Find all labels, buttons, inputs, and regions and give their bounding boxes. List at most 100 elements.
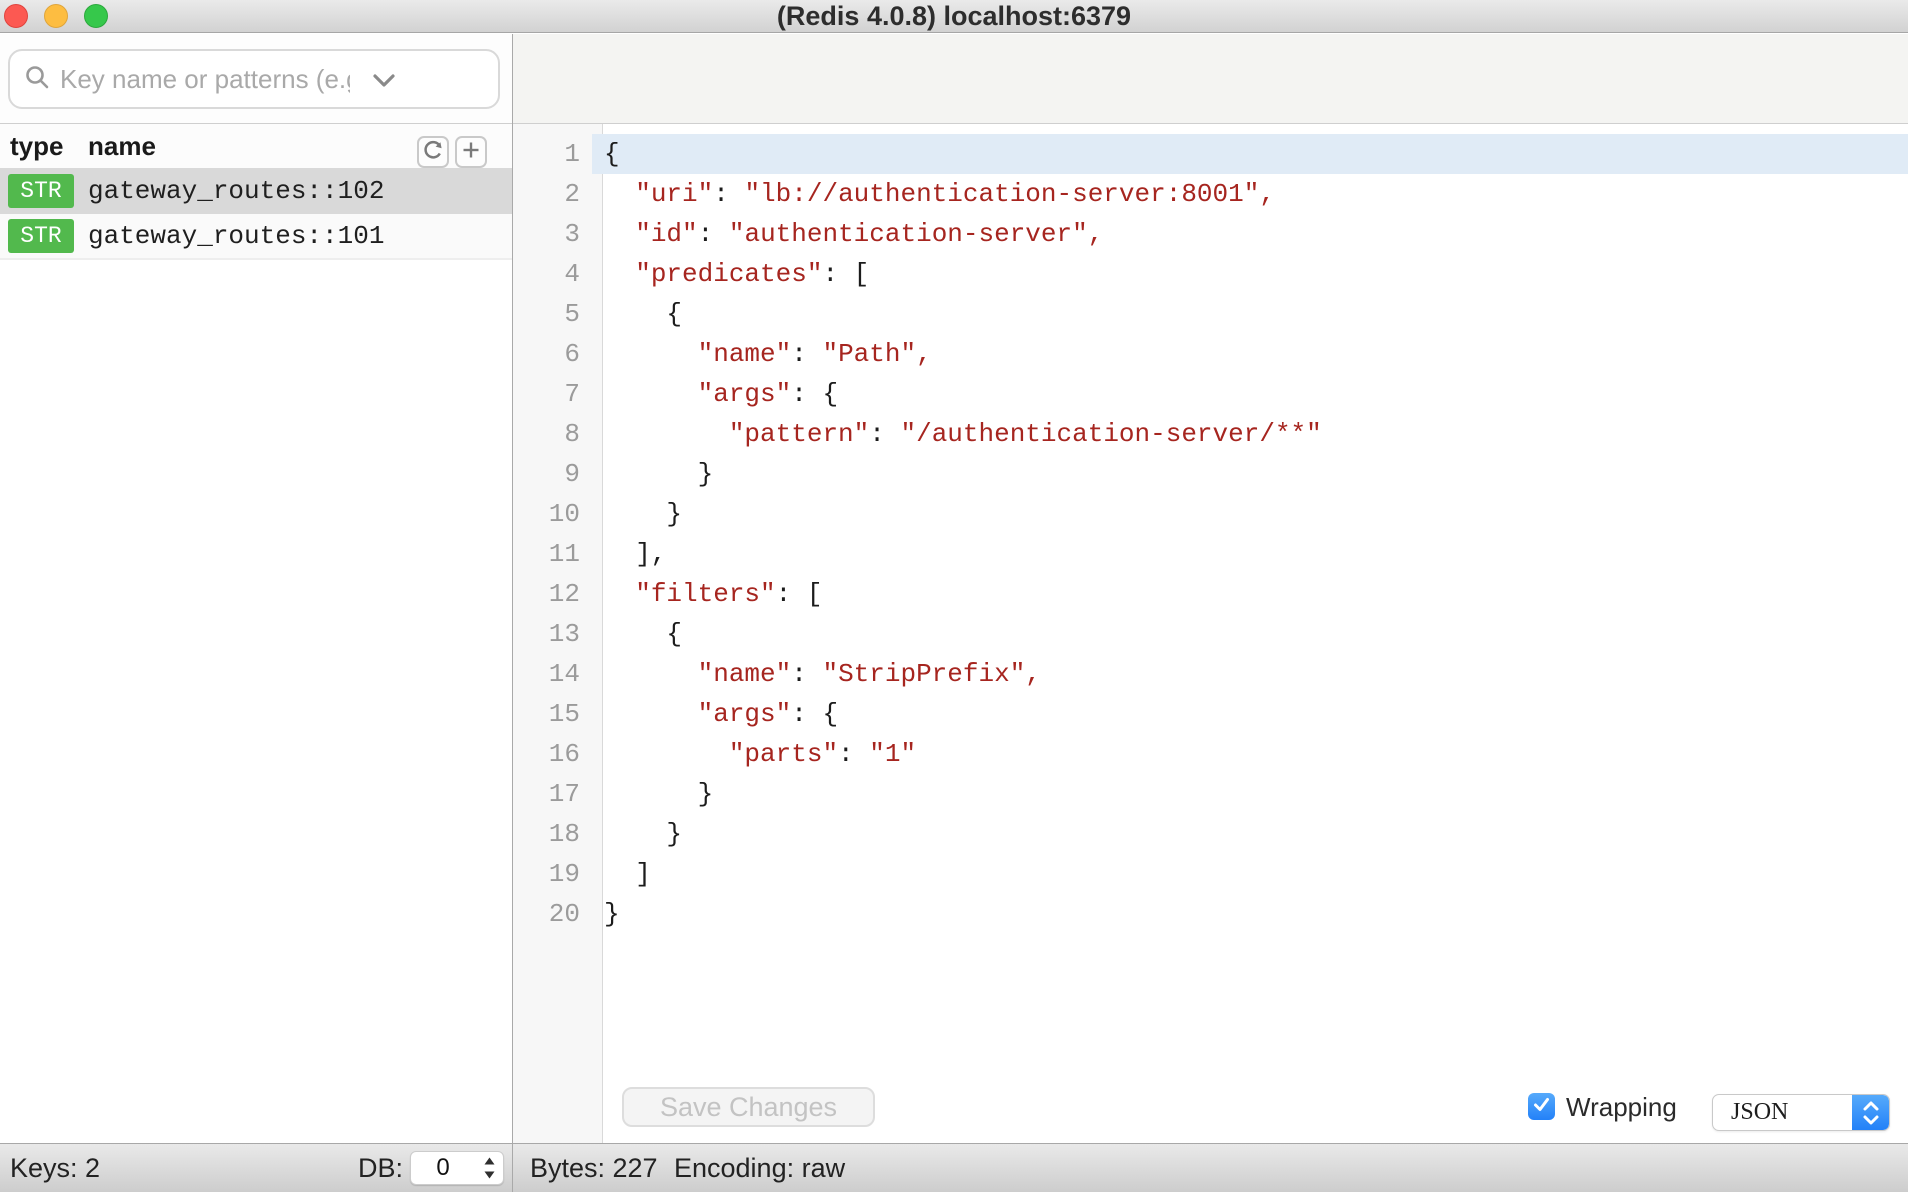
code-text: "name": "Path", bbox=[592, 334, 1908, 374]
encoding-info: Encoding: raw bbox=[674, 1144, 845, 1192]
title-bar: (Redis 4.0.8) localhost:6379 bbox=[0, 0, 1908, 33]
code-text: "parts": "1" bbox=[592, 734, 1908, 774]
refresh-keys-button[interactable] bbox=[417, 136, 449, 168]
close-button[interactable] bbox=[4, 4, 28, 28]
line-number: 5 bbox=[513, 294, 592, 334]
line-number: 15 bbox=[513, 694, 592, 734]
code-text: } bbox=[592, 454, 1908, 494]
save-changes-button[interactable]: Save Changes bbox=[622, 1087, 875, 1127]
code-text: "name": "StripPrefix", bbox=[592, 654, 1908, 694]
code-line: 5 { bbox=[513, 294, 1908, 334]
db-stepper[interactable]: 0 bbox=[410, 1151, 504, 1185]
keylist-header: type name bbox=[0, 124, 512, 168]
line-number: 10 bbox=[513, 494, 592, 534]
format-select-value: JSON bbox=[1713, 1099, 1852, 1126]
check-icon bbox=[1532, 1095, 1551, 1119]
code-text: { bbox=[592, 614, 1908, 654]
code-text: } bbox=[592, 494, 1908, 534]
line-number: 18 bbox=[513, 814, 592, 854]
code-line: 4 "predicates": [ bbox=[513, 254, 1908, 294]
code-line: 17 } bbox=[513, 774, 1908, 814]
line-number: 16 bbox=[513, 734, 592, 774]
line-number: 17 bbox=[513, 774, 592, 814]
zoom-button[interactable] bbox=[84, 4, 108, 28]
line-number: 6 bbox=[513, 334, 592, 374]
code-line: 8 "pattern": "/authentication-server/**" bbox=[513, 414, 1908, 454]
add-key-button[interactable] bbox=[455, 136, 487, 168]
code-text: { bbox=[592, 294, 1908, 334]
search-input[interactable] bbox=[60, 64, 350, 95]
code-line: 9 } bbox=[513, 454, 1908, 494]
line-number: 9 bbox=[513, 454, 592, 494]
code-text: ] bbox=[592, 854, 1908, 894]
window-title: (Redis 4.0.8) localhost:6379 bbox=[0, 0, 1908, 32]
code-line: 20} bbox=[513, 894, 1908, 934]
code-line: 15 "args": { bbox=[513, 694, 1908, 734]
code-line: 1{ bbox=[513, 134, 1908, 174]
wrapping-checkbox[interactable] bbox=[1528, 1093, 1555, 1120]
search-icon bbox=[24, 64, 50, 95]
code-text: "id": "authentication-server", bbox=[592, 214, 1908, 254]
status-bar: Keys: 2 DB: 0 Bytes: 227 Encoding: raw bbox=[0, 1143, 1908, 1192]
code-line: 3 "id": "authentication-server", bbox=[513, 214, 1908, 254]
content-editor[interactable]: 1{2 "uri": "lb://authentication-server:8… bbox=[513, 124, 1908, 1143]
column-header-name: name bbox=[88, 124, 156, 168]
code-line: 12 "filters": [ bbox=[513, 574, 1908, 614]
line-number: 1 bbox=[513, 134, 592, 174]
key-name: gateway_routes::101 bbox=[88, 221, 384, 251]
bytes-info: Bytes: 227 bbox=[530, 1144, 658, 1192]
column-header-type: type bbox=[10, 124, 63, 168]
type-badge: STR bbox=[8, 174, 74, 208]
pane-divider[interactable] bbox=[512, 34, 513, 1192]
code-text: } bbox=[592, 774, 1908, 814]
format-select[interactable]: JSON bbox=[1712, 1094, 1890, 1131]
code-text: ], bbox=[592, 534, 1908, 574]
line-number: 12 bbox=[513, 574, 592, 614]
code-text: } bbox=[592, 894, 1908, 934]
line-number: 13 bbox=[513, 614, 592, 654]
code-text: "pattern": "/authentication-server/**" bbox=[592, 414, 1908, 454]
line-number: 8 bbox=[513, 414, 592, 454]
sidebar-toolbar bbox=[0, 34, 512, 124]
main-toolbar: Content Terminal bbox=[513, 34, 1908, 124]
code-line: 18 } bbox=[513, 814, 1908, 854]
code-text: "args": { bbox=[592, 694, 1908, 734]
line-number: 11 bbox=[513, 534, 592, 574]
code-text: } bbox=[592, 814, 1908, 854]
line-number: 4 bbox=[513, 254, 592, 294]
refresh-icon bbox=[422, 139, 444, 166]
code-line: 6 "name": "Path", bbox=[513, 334, 1908, 374]
key-search-box[interactable] bbox=[8, 49, 500, 109]
db-label: DB: bbox=[358, 1144, 403, 1192]
code-line: 13 { bbox=[513, 614, 1908, 654]
plus-icon bbox=[461, 140, 481, 165]
code-line: 2 "uri": "lb://authentication-server:800… bbox=[513, 174, 1908, 214]
code-line: 10 } bbox=[513, 494, 1908, 534]
code-area[interactable]: 1{2 "uri": "lb://authentication-server:8… bbox=[513, 134, 1908, 934]
db-value: 0 bbox=[411, 1154, 475, 1182]
line-number: 20 bbox=[513, 894, 592, 934]
code-line: 14 "name": "StripPrefix", bbox=[513, 654, 1908, 694]
key-row[interactable]: STR gateway_routes::102 bbox=[0, 168, 512, 214]
code-text: "args": { bbox=[592, 374, 1908, 414]
code-line: 11 ], bbox=[513, 534, 1908, 574]
line-number: 19 bbox=[513, 854, 592, 894]
stepper-arrows-icon[interactable] bbox=[475, 1155, 503, 1181]
code-line: 7 "args": { bbox=[513, 374, 1908, 414]
code-text: "predicates": [ bbox=[592, 254, 1908, 294]
select-arrows-icon bbox=[1852, 1095, 1889, 1130]
code-text: "uri": "lb://authentication-server:8001"… bbox=[592, 174, 1908, 214]
keys-count: Keys: 2 bbox=[10, 1144, 100, 1192]
wrapping-label: Wrapping bbox=[1566, 1093, 1677, 1121]
key-row[interactable]: STR gateway_routes::101 bbox=[0, 214, 512, 260]
line-number: 3 bbox=[513, 214, 592, 254]
chevron-down-icon[interactable] bbox=[372, 73, 396, 93]
line-number: 7 bbox=[513, 374, 592, 414]
code-text: "filters": [ bbox=[592, 574, 1908, 614]
code-line: 19 ] bbox=[513, 854, 1908, 894]
line-number: 14 bbox=[513, 654, 592, 694]
minimize-button[interactable] bbox=[44, 4, 68, 28]
type-badge: STR bbox=[8, 219, 74, 253]
key-name: gateway_routes::102 bbox=[88, 176, 384, 206]
code-text: { bbox=[592, 134, 1908, 174]
